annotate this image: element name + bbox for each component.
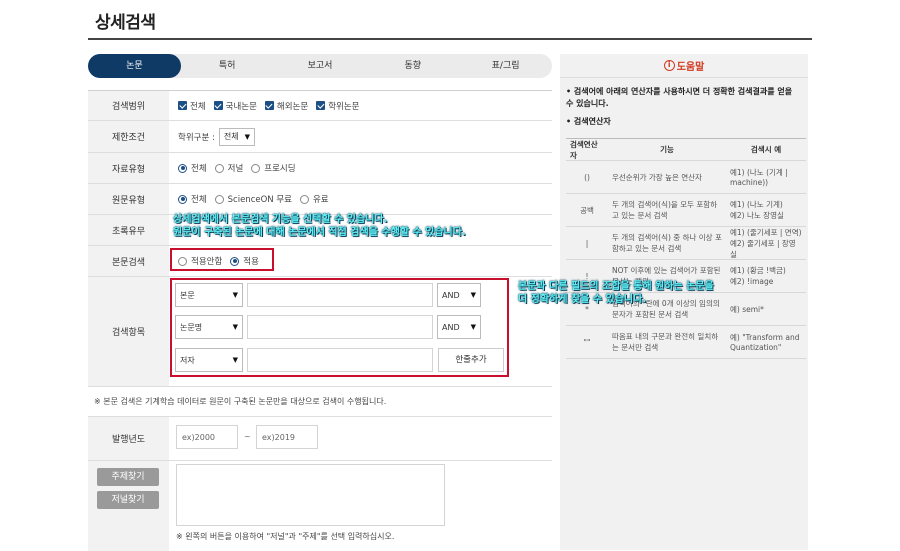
- help-header: i 도움말: [560, 54, 808, 78]
- original-all-radio[interactable]: 전체: [178, 193, 207, 205]
- journal-find-button[interactable]: 저널찾기: [97, 491, 159, 509]
- callout-combination: 본문과 다른 필드의 조합을 통해 원하는 논문을 더 정확하게 찾을 수 있습…: [518, 281, 714, 305]
- year-label: 발행년도: [88, 417, 169, 460]
- title-divider: [88, 38, 812, 40]
- material-all-radio[interactable]: 전체: [178, 162, 207, 174]
- table-row: 공백 두 개의 검색어(식)을 모두 포함하고 있는 문서 검색 예1) (나노…: [566, 194, 806, 227]
- range-label: 검색범위: [88, 91, 169, 120]
- abstract-label: 초록유무: [88, 215, 169, 245]
- table-row: "" 따옴표 내의 구문과 완전히 일치하는 문서만 검색 예) "Transf…: [566, 326, 806, 359]
- subject-journal-textarea[interactable]: [176, 464, 445, 526]
- fulltext-label: 본문검색: [88, 246, 169, 276]
- row-note: ※ 본문 검색은 기계학습 데이터로 원문이 구축된 논문만을 대상으로 검색이…: [88, 387, 552, 417]
- degree-label: 학위구분 :: [178, 132, 215, 143]
- tab-report[interactable]: 보고서: [274, 54, 367, 78]
- radio-icon: [178, 194, 187, 204]
- chevron-down-icon: ▼: [244, 132, 250, 141]
- radio-icon: [299, 194, 309, 204]
- keyword-input-2[interactable]: [247, 315, 433, 339]
- material-proceeding-radio[interactable]: 프로시딩: [251, 162, 296, 174]
- material-label: 자료유형: [88, 153, 169, 183]
- table-row: () 우선순위가 가장 높은 연산자 예1) (나노 (기계 | machine…: [566, 161, 806, 194]
- checkbox-icon: [264, 101, 274, 110]
- row-range: 검색범위 전체 국내논문 해외논문 학위논문: [88, 91, 552, 121]
- help-intro: • 검색어에 아래의 연산자를 사용하시면 더 정확한 검색결과를 얻을 수 있…: [566, 87, 793, 108]
- row-year: 발행년도: [88, 417, 552, 461]
- tab-figure[interactable]: 표/그림: [459, 54, 552, 78]
- original-label: 원문유형: [88, 184, 169, 214]
- operator-select-1[interactable]: AND ▼: [437, 283, 481, 307]
- row-fulltext: 본문검색 적용안함 적용: [88, 246, 552, 277]
- row-material: 자료유형 전체 저널 프로시딩: [88, 153, 552, 184]
- fulltext-note: ※ 본문 검색은 기계학습 데이터로 원문이 구축된 논문만을 대상으로 검색이…: [94, 397, 387, 406]
- material-journal-radio[interactable]: 저널: [214, 162, 243, 174]
- field-select-2[interactable]: 논문명 ▼: [175, 315, 243, 339]
- chevron-down-icon: ▼: [232, 291, 238, 299]
- checkbox-icon: [316, 101, 326, 110]
- info-icon: i: [663, 60, 675, 71]
- chevron-down-icon: ▼: [470, 291, 476, 299]
- operator-select-2[interactable]: AND ▼: [437, 315, 481, 339]
- checkbox-icon: [178, 101, 187, 110]
- year-separator: ~: [244, 432, 251, 441]
- subject-note: ※ 왼쪽의 버튼을 이용하여 "저널"과 "주제"를 선택 입력하십시오.: [176, 532, 395, 541]
- range-all-checkbox[interactable]: 전체: [178, 100, 206, 112]
- tab-paper[interactable]: 논문: [88, 54, 181, 78]
- degree-select[interactable]: 전체 ▼: [218, 127, 255, 146]
- search-form: 검색범위 전체 국내논문 해외논문 학위논문 제한조건 학위구분 : 전체 ▼ 자…: [88, 90, 552, 551]
- field-select-1[interactable]: 본문 ▼: [175, 283, 243, 307]
- keyword-input-1[interactable]: [247, 283, 433, 307]
- page-title: 상세검색: [95, 13, 156, 33]
- range-foreign-checkbox[interactable]: 해외논문: [264, 100, 308, 112]
- limit-label: 제한조건: [88, 121, 169, 152]
- fulltext-highlight-box: [170, 248, 274, 271]
- radio-icon: [251, 163, 261, 173]
- year-to-input[interactable]: ex)2019: [256, 425, 318, 449]
- table-row: | 두 개의 검색어(식) 중 하나 이상 포함하고 있는 문서 검색 예1) …: [566, 227, 806, 260]
- checkbox-icon: [213, 101, 223, 110]
- operator-table: 검색연산자 기능 검색시 예 () 우선순위가 가장 높은 연산자 예1) (나…: [566, 138, 806, 359]
- row-original: 원문유형 전체 ScienceON 무료 유료: [88, 184, 552, 215]
- radio-icon: [214, 194, 224, 204]
- tab-trend[interactable]: 동향: [366, 54, 459, 78]
- help-ops-title: • 검색연산자: [566, 117, 611, 126]
- search-items-label: 검색항목: [88, 277, 169, 386]
- add-row-button[interactable]: 한줄추가: [438, 348, 504, 372]
- tab-patent[interactable]: 특허: [181, 54, 274, 78]
- keyword-input-3[interactable]: [247, 348, 433, 372]
- original-free-radio[interactable]: ScienceON 무료: [214, 193, 292, 205]
- category-tabs: 논문 특허 보고서 동향 표/그림: [88, 54, 552, 78]
- chevron-down-icon: ▼: [232, 323, 238, 331]
- chevron-down-icon: ▼: [232, 356, 238, 364]
- original-paid-radio[interactable]: 유료: [299, 193, 329, 205]
- row-limit: 제한조건 학위구분 : 전체 ▼: [88, 121, 552, 153]
- radio-icon: [178, 163, 187, 173]
- year-from-input[interactable]: ex)2000: [176, 425, 238, 449]
- radio-icon: [214, 163, 224, 173]
- range-thesis-checkbox[interactable]: 학위논문: [316, 100, 359, 112]
- chevron-down-icon: ▼: [470, 323, 476, 331]
- table-header: 검색연산자 기능 검색시 예: [566, 139, 806, 161]
- subject-find-button[interactable]: 주제찾기: [97, 468, 159, 486]
- field-select-3[interactable]: 저자 ▼: [175, 348, 243, 372]
- range-domestic-checkbox[interactable]: 국내논문: [213, 100, 257, 112]
- callout-fulltext: 상세검색에서 본문검색 기능을 선택할 수 있습니다. 원문이 구축된 논문에 …: [173, 214, 466, 238]
